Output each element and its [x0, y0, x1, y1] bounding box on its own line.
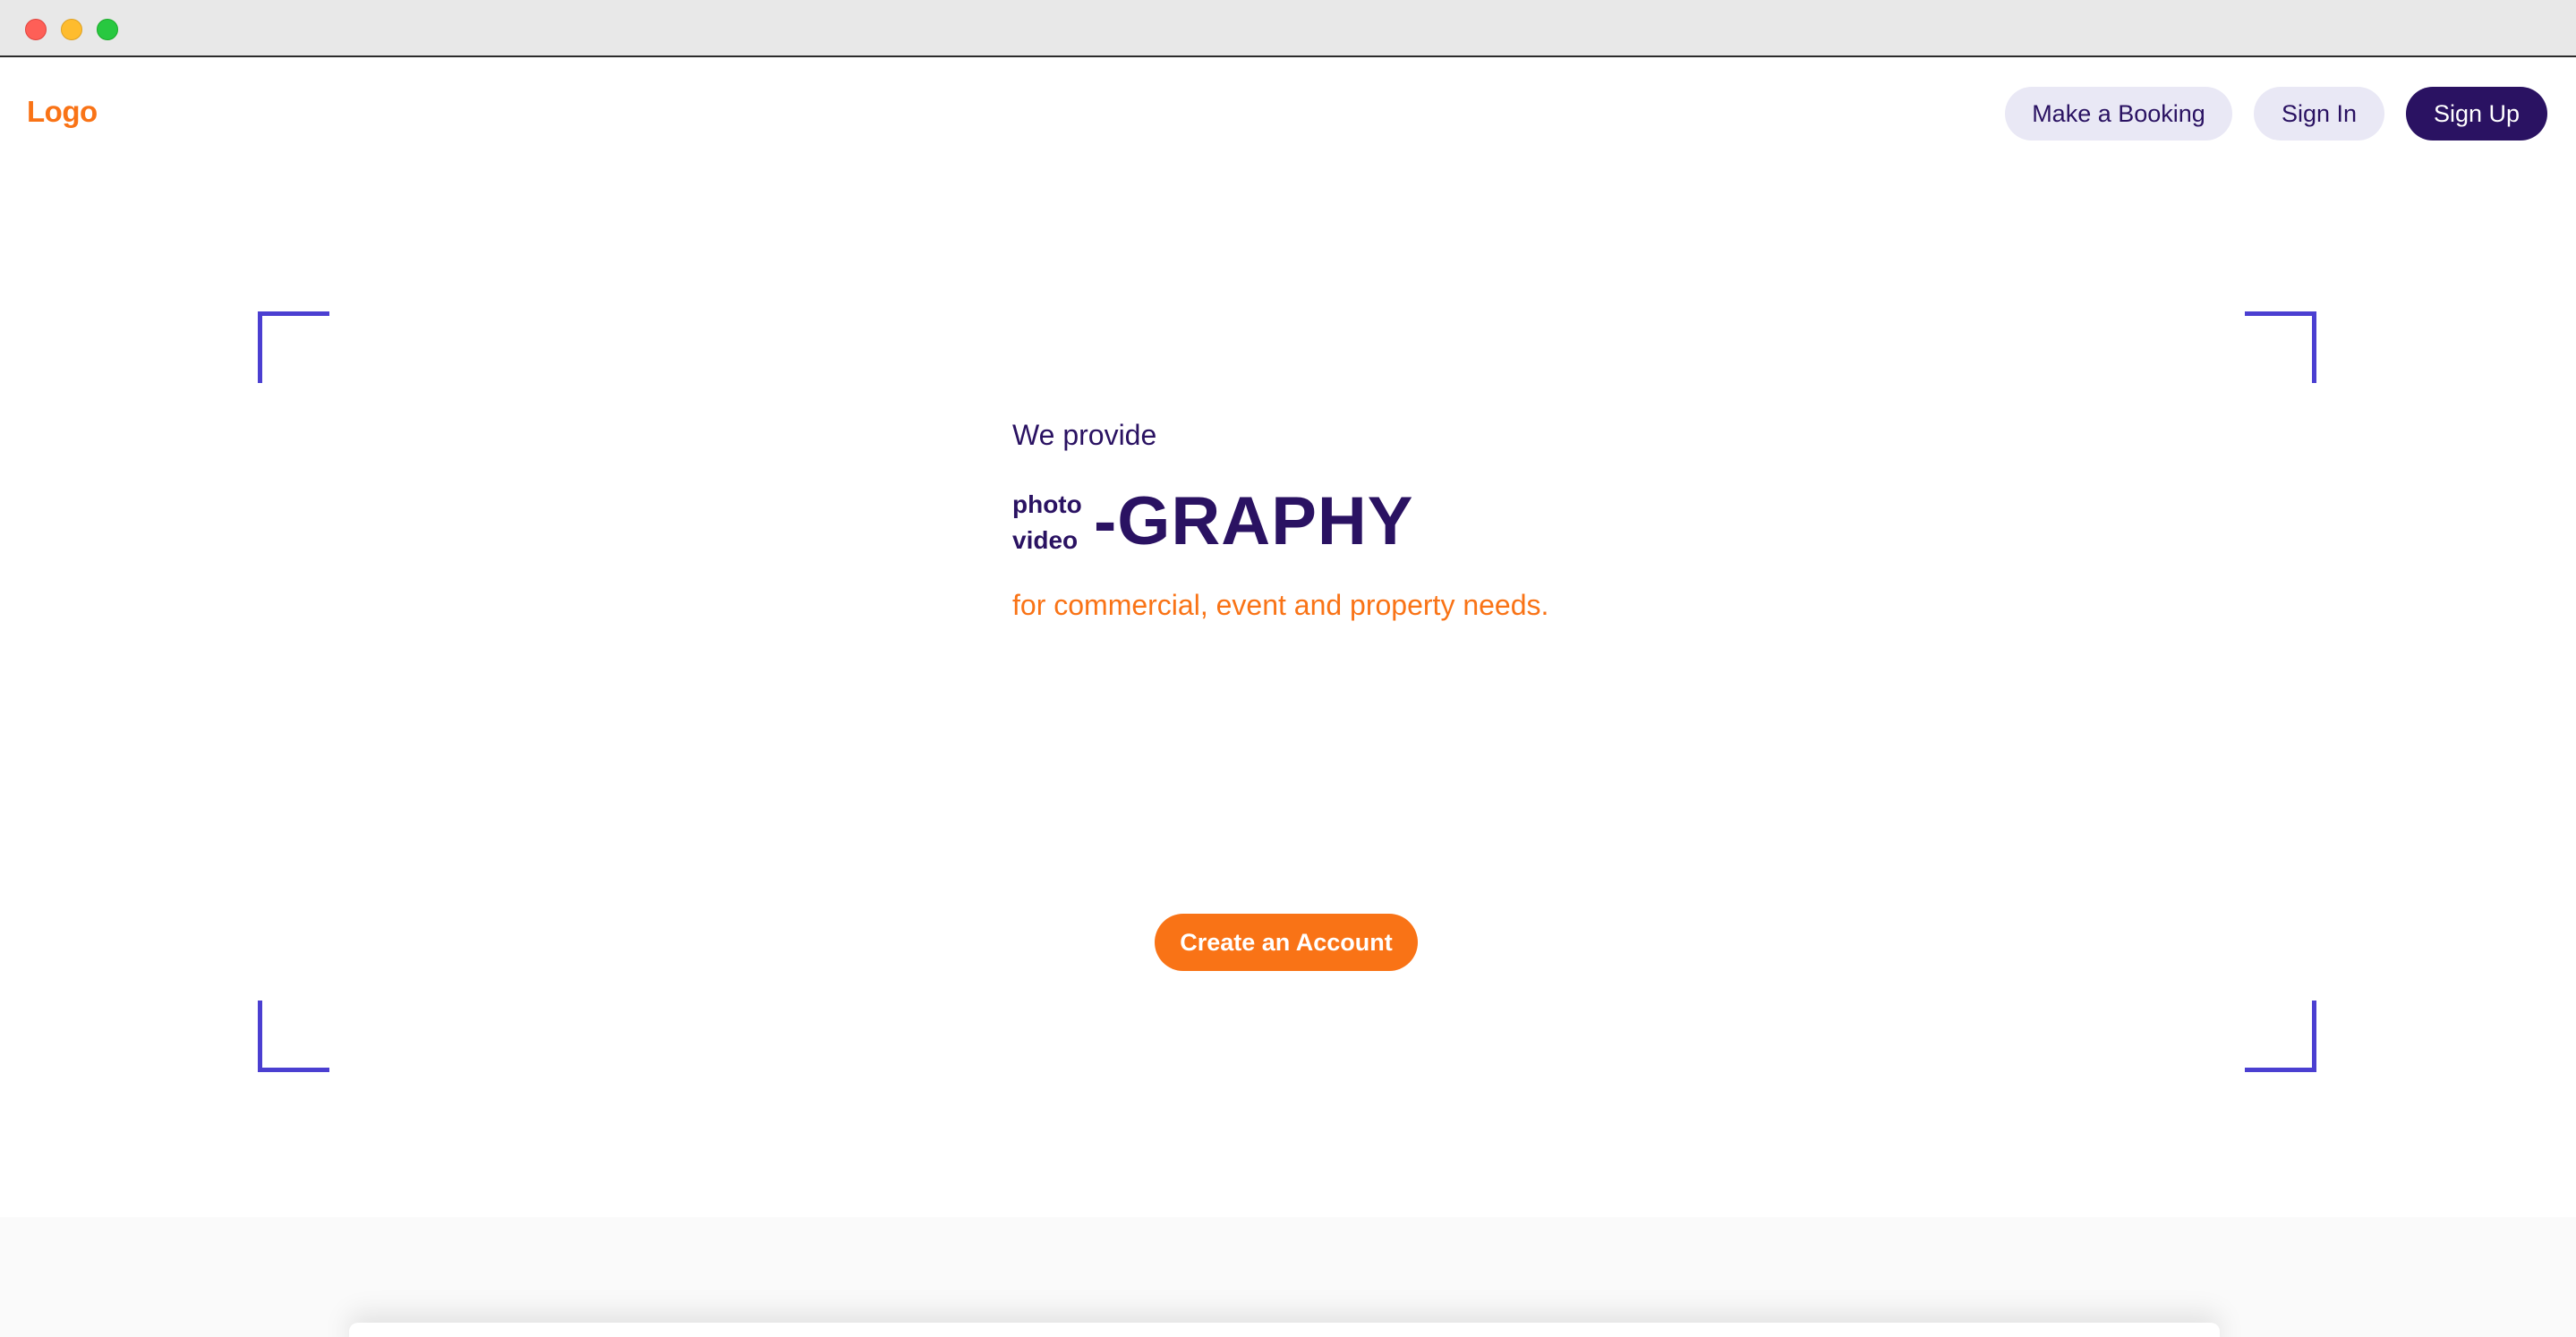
- hero-prefix-video: video: [1012, 526, 1079, 554]
- corner-bracket-bottom-right: [2245, 1001, 2316, 1072]
- hero-prefix-stack: photo video: [1012, 487, 1082, 558]
- window-titlebar: [0, 0, 2576, 57]
- browser-window: Logo Make a Booking Sign In Sign Up We p…: [0, 0, 2576, 1337]
- make-booking-button[interactable]: Make a Booking: [2005, 87, 2232, 141]
- corner-bracket-bottom-left: [258, 1001, 329, 1072]
- next-section-card: [349, 1323, 2220, 1337]
- corner-bracket-top-right: [2245, 311, 2316, 383]
- sign-up-button[interactable]: Sign Up: [2406, 87, 2547, 141]
- hero-tagline: for commercial, event and property needs…: [1012, 589, 1549, 621]
- close-window-icon[interactable]: [25, 19, 47, 40]
- sign-in-button[interactable]: Sign In: [2254, 87, 2384, 141]
- next-section: [0, 1217, 2576, 1337]
- maximize-window-icon[interactable]: [97, 19, 118, 40]
- corner-bracket-top-left: [258, 311, 329, 383]
- hero-intro: We provide: [1012, 419, 1157, 451]
- hero-prefix-photo: photo: [1012, 490, 1082, 518]
- minimize-window-icon[interactable]: [61, 19, 82, 40]
- create-account-button[interactable]: Create an Account: [1155, 914, 1418, 971]
- hero-headline: -GRAPHY: [1094, 483, 1414, 559]
- logo-link[interactable]: Logo: [27, 95, 98, 129]
